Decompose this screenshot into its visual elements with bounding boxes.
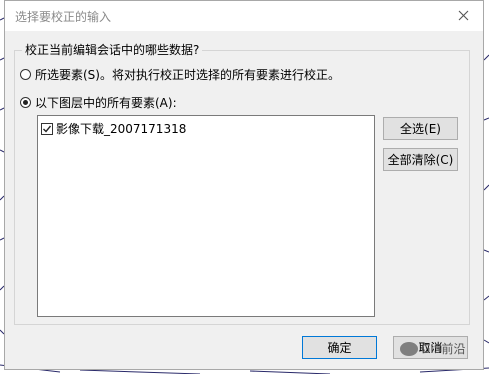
checkmark-icon [43,125,52,133]
title-bar: 选择要校正的输入 [5,1,483,31]
radio-all-features[interactable]: 以下图层中的所有要素(A): [20,94,177,110]
radio-selected-features[interactable]: 所选要素(S)。将对执行校正时选择的所有要素进行校正。 [20,66,340,82]
radio-button-checked[interactable] [20,96,31,108]
watermark: GIS前沿 [400,340,465,357]
list-item[interactable]: 影像下载_2007171318 [41,120,186,137]
radio-all-features-label: 以下图层中的所有要素(A): [35,95,177,110]
select-all-button[interactable]: 全选(E) [383,117,458,140]
group-legend: 校正当前编辑会话中的哪些数据? [22,41,203,58]
clear-all-button[interactable]: 全部清除(C) [383,148,458,171]
radio-button[interactable] [20,68,31,80]
close-button[interactable] [453,6,475,26]
radio-selected-features-label: 所选要素(S)。将对执行校正时选择的所有要素进行校正。 [35,67,340,82]
watermark-text: GIS前沿 [421,342,466,356]
dialog-title: 选择要校正的输入 [15,10,112,24]
close-icon [458,10,469,21]
wechat-icon [400,341,418,356]
layer-checkbox[interactable] [41,122,53,135]
ok-button[interactable]: 确定 [302,336,377,359]
layer-name: 影像下载_2007171318 [56,122,187,136]
layer-list[interactable]: 影像下载_2007171318 [37,115,375,317]
